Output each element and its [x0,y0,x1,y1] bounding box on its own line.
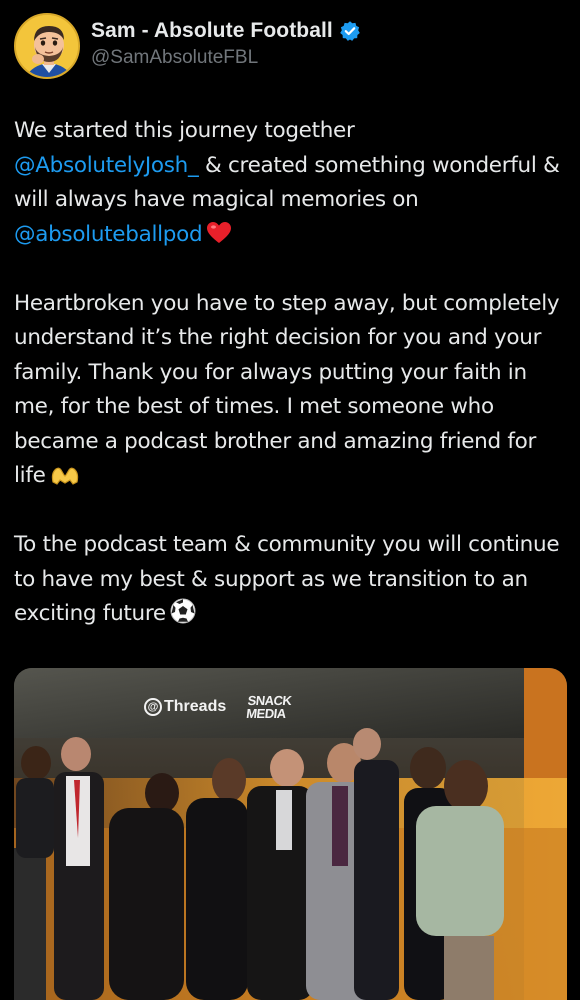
tweet-text: We started this journey together @Absolut… [14,114,569,632]
tweet-text-segment: We started this journey together [14,118,355,143]
name-row: Sam - Absolute Football [91,19,361,43]
tweet-paragraph-3: To the podcast team & community you will… [14,528,569,632]
soccer-ball-icon [170,598,196,624]
tweet-header: Sam - Absolute Football @SamAbsoluteFBL [14,13,361,79]
threads-logo-icon: @ [144,698,162,716]
heart-hands-icon [50,463,78,487]
author-info: Sam - Absolute Football @SamAbsoluteFBL [91,19,361,69]
sign-threads-text: Threads [164,698,227,715]
tweet-paragraph-2: Heartbroken you have to step away, but c… [14,287,569,494]
author-handle[interactable]: @SamAbsoluteFBL [91,47,361,69]
tweet-text-segment: Heartbroken you have to step away, but c… [14,290,560,489]
verified-badge-icon[interactable] [339,20,361,42]
cartoon-avatar-icon[interactable] [14,13,80,79]
mention-link[interactable]: @absoluteballpod [14,222,203,247]
author-display-name[interactable]: Sam - Absolute Football [91,19,333,43]
tweet-text-segment: To the podcast team & community you will… [14,532,560,626]
heart-icon [206,221,232,245]
tweet-page: Sam - Absolute Football @SamAbsoluteFBL … [0,0,580,1000]
tweet-media-photo[interactable]: @ Threads SNACK MEDIA [14,668,567,1000]
tweet-paragraph-1: We started this journey together @Absolut… [14,114,569,252]
mention-link[interactable]: @AbsolutelyJosh_ [14,153,199,178]
sign-snack-line-2: MEDIA [245,706,287,721]
sign-snack-media-text: SNACK MEDIA [245,693,293,721]
